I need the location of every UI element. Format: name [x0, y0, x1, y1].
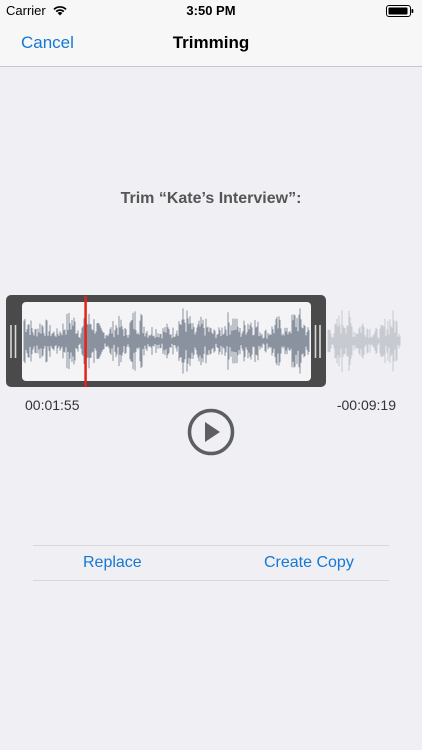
trim-prompt: Trim “Kate’s Interview”:: [120, 190, 302, 207]
navigation-bar: Cancel Trimming: [0, 22, 422, 67]
waveform-outside-selection: [327, 310, 401, 372]
page-title: Trimming: [172, 33, 250, 52]
battery-icon: [386, 5, 414, 17]
create-copy-button[interactable]: Create Copy: [264, 554, 354, 572]
play-button[interactable]: [187, 408, 235, 456]
waveform-trimmer[interactable]: [0, 290, 422, 400]
status-clock: 3:50 PM: [186, 3, 236, 18]
trim-handle-right[interactable]: [311, 295, 326, 387]
replace-button[interactable]: Replace: [83, 554, 142, 572]
trim-start-time: 00:01:55: [25, 397, 80, 413]
trim-handle-left[interactable]: [6, 295, 22, 387]
trim-end-time: -00:09:19: [336, 397, 396, 413]
status-bar: Carrier 3:50 PM: [0, 0, 422, 22]
action-row: Replace Create Copy: [33, 545, 389, 581]
